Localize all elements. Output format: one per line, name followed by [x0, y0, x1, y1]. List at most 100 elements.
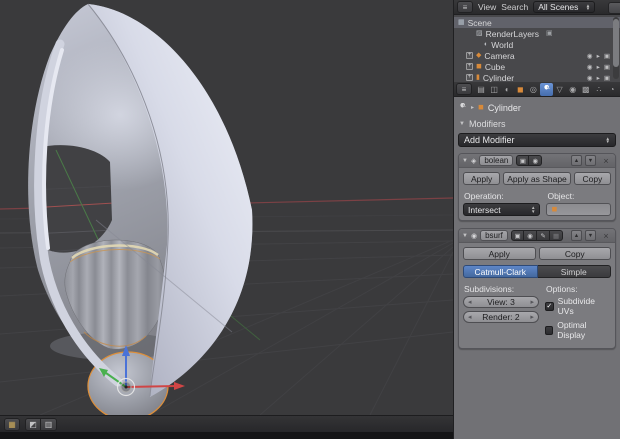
copy-button[interactable]: Copy — [574, 172, 611, 185]
tab-texture[interactable]: ▩ — [580, 83, 592, 96]
outliner-row-cylinder[interactable]: + ▮ Cylinder ◉ ▸ ▣ — [454, 72, 620, 82]
properties-editor-type-button[interactable]: ≡ — [456, 83, 472, 95]
expand-plus-icon[interactable]: + — [466, 63, 473, 70]
viewport-visibility-toggle[interactable]: ◉ — [524, 230, 537, 241]
eye-icon[interactable]: ◉ — [587, 52, 593, 60]
panel-title-label: Modifiers — [469, 119, 506, 129]
chevron-updown-icon: ▲▼ — [586, 4, 590, 11]
apply-as-shape-button[interactable]: Apply as Shape — [503, 172, 571, 185]
expand-plus-icon[interactable]: + — [466, 74, 473, 81]
collapse-triangle-icon[interactable]: ▼ — [462, 233, 468, 239]
simple-option[interactable]: Simple — [538, 265, 612, 278]
tab-particles[interactable]: ∴ — [593, 83, 605, 96]
tab-scene[interactable]: ◫ — [488, 83, 500, 96]
viewport-visibility-toggle[interactable]: ◉ — [529, 155, 542, 166]
object-label: Object: — [547, 191, 611, 201]
tab-physics[interactable]: ◔ — [606, 83, 618, 96]
add-modifier-dropdown[interactable]: Add Modifier ▲▼ — [458, 133, 616, 147]
cursor-icon[interactable]: ▸ — [597, 63, 600, 71]
scrollbar-thumb[interactable] — [613, 19, 619, 67]
cursor-icon[interactable]: ▸ — [597, 74, 600, 82]
outliner-row-scene[interactable]: ▦ Scene — [454, 17, 620, 28]
3d-view-icon: ▦ — [8, 420, 16, 429]
collapse-triangle-icon[interactable]: ▼ — [462, 158, 468, 164]
viewport-toggle-1-button[interactable]: ◩ — [25, 418, 41, 431]
eye-icon[interactable]: ◉ — [587, 63, 593, 71]
copy-button[interactable]: Copy — [539, 247, 612, 260]
breadcrumb: ▸ ◼ Cylinder — [458, 101, 616, 114]
stepper-left-icon[interactable]: ◂ — [468, 298, 472, 306]
viewport-scene — [0, 0, 453, 415]
outliner-row-world[interactable]: ◐ World — [454, 39, 620, 50]
outliner-row-camera[interactable]: + ◆ Camera ◉ ▸ ▣ — [454, 50, 620, 61]
subsurf-modifier-header: ▼ ◉ bsurf ▣ ◉ ✎ ▦ ▲ ▼ × — [459, 229, 615, 243]
stepper-right-icon[interactable]: ▸ — [530, 313, 534, 321]
boolean-modifier-icon: ◈ — [471, 157, 476, 165]
outliner-scope-select[interactable]: All Scenes ▲▼ — [533, 1, 595, 13]
view-subdivisions-stepper[interactable]: ◂ View: 3 ▸ — [463, 296, 539, 308]
material-icon: ◉ — [569, 85, 576, 94]
catmull-clark-option[interactable]: Catmull-Clark — [463, 265, 538, 278]
operation-select[interactable]: Intersect ▲▼ — [463, 203, 540, 216]
tab-material[interactable]: ◉ — [567, 83, 579, 96]
editor-type-button[interactable]: ▦ — [4, 418, 20, 431]
move-up-button[interactable]: ▲ — [571, 155, 582, 166]
render-restrict-icon[interactable]: ▣ — [604, 74, 610, 82]
3d-viewport[interactable] — [0, 0, 453, 415]
up-arrow-icon: ▲ — [574, 158, 579, 164]
tab-world[interactable]: ◐ — [501, 83, 513, 96]
outliner-row-renderlayers[interactable]: ▨ RenderLayers ▣ — [454, 28, 620, 39]
expand-plus-icon[interactable]: + — [466, 52, 473, 59]
viewport-toggle-2-button[interactable]: ▥ — [41, 418, 57, 431]
tab-modifiers[interactable] — [540, 83, 552, 96]
outliner-row-cube[interactable]: + ◼ Cube ◉ ▸ ▣ — [454, 61, 620, 72]
properties-header: ≡ ▤ ◫ ◐ ◼ ◎ ▽ ◉ ▩ ∴ ◔ — [454, 82, 620, 97]
stepper-left-icon[interactable]: ◂ — [468, 313, 472, 321]
apply-button[interactable]: Apply — [463, 247, 536, 260]
render-visibility-toggle[interactable]: ▣ — [511, 230, 524, 241]
object-icon: ◼ — [478, 104, 484, 111]
edit-icon: ✎ — [540, 232, 545, 240]
tab-object-data[interactable]: ▽ — [554, 83, 566, 96]
modifier-name-field[interactable]: bsurf — [480, 230, 508, 241]
cage-toggle[interactable]: ▦ — [550, 230, 563, 241]
properties-editor: ≡ ▤ ◫ ◐ ◼ ◎ ▽ ◉ ▩ ∴ ◔ ▸ ◼ — [454, 82, 620, 439]
modifiers-panel-header[interactable]: ▼ Modifiers — [459, 117, 616, 130]
render-visibility-toggle[interactable]: ▣ — [516, 155, 529, 166]
wrench-icon — [458, 103, 467, 112]
move-down-button[interactable]: ▼ — [585, 230, 596, 241]
render-subdivisions-stepper[interactable]: ◂ Render: 2 ▸ — [463, 311, 539, 323]
tab-render[interactable]: ▤ — [475, 83, 487, 96]
cage-icon: ▦ — [553, 232, 559, 240]
right-panel: ≡ View Search All Scenes ▲▼ ▦ Scene ▨ Re… — [453, 0, 620, 439]
eye-icon[interactable]: ◉ — [587, 74, 593, 82]
breadcrumb-object-name[interactable]: Cylinder — [488, 103, 521, 113]
stepper-right-icon[interactable]: ▸ — [530, 298, 534, 306]
outliner-search-button[interactable] — [608, 2, 620, 14]
optimal-display-checkbox[interactable] — [545, 326, 553, 335]
subsurf-modifier-icon: ◉ — [471, 232, 477, 240]
outliner-editor-type-button[interactable]: ≡ — [457, 1, 473, 13]
view-menu[interactable]: View — [478, 2, 496, 12]
modifier-name-field[interactable]: bolean — [479, 155, 513, 166]
render-restrict-icon[interactable]: ▣ — [604, 52, 610, 60]
subdivide-uvs-checkbox[interactable]: ✓ — [545, 302, 554, 311]
outliner-label: Cylinder — [483, 73, 514, 83]
delete-modifier-button[interactable]: × — [600, 230, 612, 241]
move-down-button[interactable]: ▼ — [585, 155, 596, 166]
search-menu[interactable]: Search — [501, 2, 528, 12]
move-up-button[interactable]: ▲ — [571, 230, 582, 241]
object-picker-field[interactable]: ◼ — [546, 203, 611, 216]
tab-constraints[interactable]: ◎ — [527, 83, 539, 96]
render-restrict-icon[interactable]: ▣ — [604, 63, 610, 71]
tab-object[interactable]: ◼ — [514, 83, 526, 96]
crumb-separator-icon: ▸ — [471, 104, 474, 111]
eye-icon: ◉ — [527, 232, 533, 240]
constraints-icon: ◎ — [530, 85, 537, 94]
edit-mode-toggle[interactable]: ✎ — [537, 230, 550, 241]
delete-modifier-button[interactable]: × — [600, 155, 612, 166]
outliner-scrollbar[interactable] — [613, 17, 619, 79]
cursor-icon[interactable]: ▸ — [597, 52, 600, 60]
down-arrow-icon: ▼ — [588, 158, 593, 164]
apply-button[interactable]: Apply — [463, 172, 500, 185]
